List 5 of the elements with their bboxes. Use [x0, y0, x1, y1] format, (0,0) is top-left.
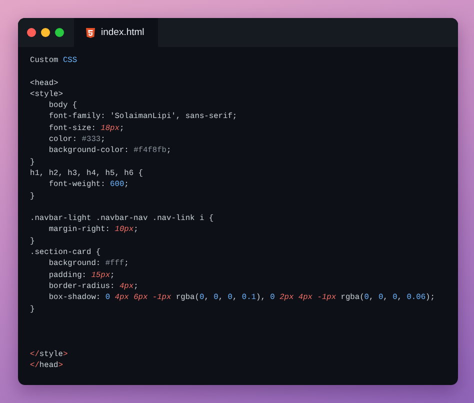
html-file-icon — [86, 28, 95, 38]
file-tab[interactable]: index.html — [74, 18, 158, 47]
close-button[interactable] — [27, 28, 36, 37]
minimize-button[interactable] — [41, 28, 50, 37]
maximize-button[interactable] — [55, 28, 64, 37]
